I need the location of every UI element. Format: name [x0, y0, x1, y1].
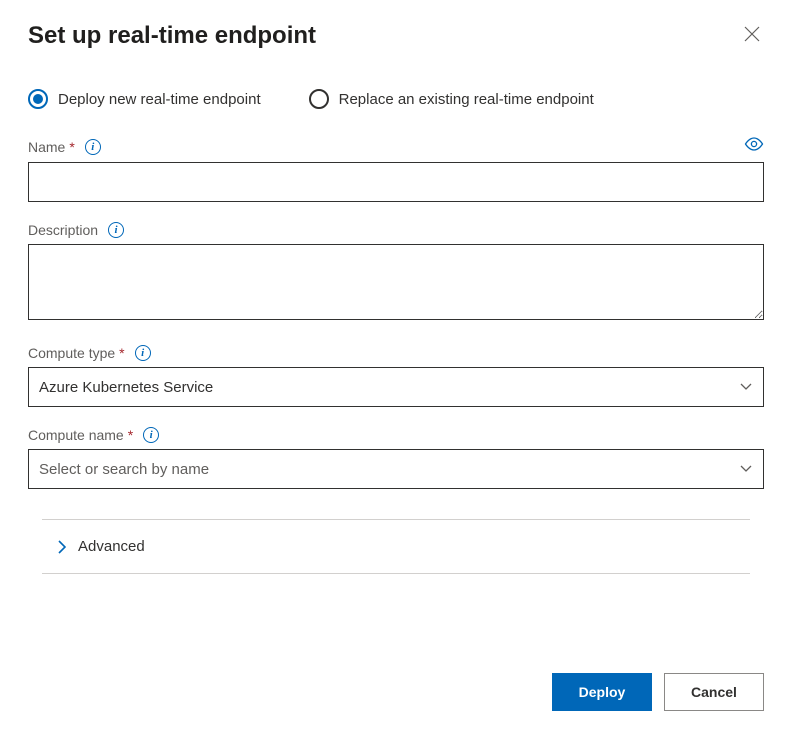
name-field: Name * i [28, 137, 764, 202]
cancel-button[interactable]: Cancel [664, 673, 764, 711]
compute-name-label: Compute name [28, 427, 124, 443]
deploy-button[interactable]: Deploy [552, 673, 652, 711]
close-icon [744, 26, 760, 42]
info-icon[interactable]: i [143, 427, 159, 443]
advanced-section: Advanced [42, 519, 750, 574]
radio-replace-existing-label: Replace an existing real-time endpoint [339, 91, 594, 108]
description-field: Description i [28, 222, 764, 325]
compute-type-label: Compute type [28, 345, 115, 361]
info-icon[interactable]: i [85, 139, 101, 155]
required-indicator: * [128, 427, 133, 443]
description-input[interactable] [28, 244, 764, 320]
dialog-header: Set up real-time endpoint [28, 22, 764, 51]
compute-type-value: Azure Kubernetes Service [39, 379, 213, 396]
name-label: Name [28, 139, 65, 155]
radio-replace-existing[interactable]: Replace an existing real-time endpoint [309, 89, 594, 109]
info-icon[interactable]: i [135, 345, 151, 361]
compute-name-select[interactable]: Select or search by name [28, 449, 764, 489]
dialog-footer: Deploy Cancel [552, 673, 764, 711]
compute-type-select[interactable]: Azure Kubernetes Service [28, 367, 764, 407]
name-input[interactable] [28, 162, 764, 202]
info-icon[interactable]: i [108, 222, 124, 238]
visibility-icon[interactable] [744, 137, 764, 156]
chevron-right-icon [58, 540, 66, 554]
radio-deploy-new-label: Deploy new real-time endpoint [58, 91, 261, 108]
endpoint-mode-radio-group: Deploy new real-time endpoint Replace an… [28, 89, 764, 109]
required-indicator: * [69, 139, 74, 155]
radio-deploy-new[interactable]: Deploy new real-time endpoint [28, 89, 261, 109]
radio-selected-icon [28, 89, 48, 109]
dialog-title: Set up real-time endpoint [28, 22, 316, 50]
advanced-toggle[interactable]: Advanced [42, 520, 750, 573]
required-indicator: * [119, 345, 124, 361]
compute-name-field: Compute name * i Select or search by nam… [28, 427, 764, 489]
compute-name-placeholder: Select or search by name [39, 461, 209, 478]
radio-unselected-icon [309, 89, 329, 109]
description-label: Description [28, 222, 98, 238]
compute-type-field: Compute type * i Azure Kubernetes Servic… [28, 345, 764, 407]
close-button[interactable] [740, 22, 764, 51]
advanced-label: Advanced [78, 538, 145, 555]
